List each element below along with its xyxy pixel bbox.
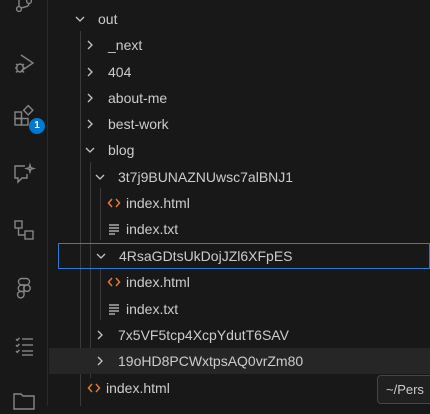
tree-item-label: out <box>98 11 118 27</box>
chevron-down-icon[interactable] <box>82 137 98 163</box>
tree-item-label: index.txt <box>126 301 179 317</box>
tree-item-label: about-me <box>108 90 168 106</box>
chevron-right-icon[interactable] <box>82 32 98 58</box>
tree-folder-row[interactable]: _next <box>49 32 430 58</box>
tree-item-label: 3t7j9BUNAZNUwsc7alBNJ1 <box>118 169 294 185</box>
source-control-icon[interactable] <box>12 0 36 18</box>
tree-file-row[interactable]: index.txt <box>49 216 430 242</box>
html-file-icon <box>106 269 122 295</box>
copilot-chat-icon[interactable] <box>12 162 36 186</box>
tree-item-label: 19oHD8PCWxtpsAQ0vrZm80 <box>118 353 304 369</box>
tree-item-label: best-work <box>108 116 169 132</box>
chevron-down-icon[interactable] <box>92 164 108 190</box>
chevron-down-icon[interactable] <box>72 6 88 32</box>
tree-folder-row[interactable]: best-work <box>49 111 430 137</box>
tree-folder-row[interactable]: 7x5VF5tcp4XcpYdutT6SAV <box>49 322 430 348</box>
tree-item-label: index.html <box>106 380 170 396</box>
tree-item-label: index.html <box>126 274 190 290</box>
tree-item-label: index.txt <box>126 221 179 237</box>
extensions-badge: 1 <box>29 118 45 134</box>
tree-folder-row[interactable]: 4RsaGDtsUkDojJZl6XFpES <box>58 243 430 269</box>
tree-folder-row[interactable]: about-me <box>49 85 430 111</box>
chevron-right-icon[interactable] <box>92 348 108 374</box>
run-debug-icon[interactable] <box>12 52 36 76</box>
tree-item-label: index.html <box>126 195 190 211</box>
figma-icon[interactable] <box>12 276 36 300</box>
chevron-right-icon[interactable] <box>92 322 108 348</box>
folder-icon[interactable] <box>12 390 36 414</box>
html-file-icon <box>86 375 102 401</box>
chevron-right-icon[interactable] <box>82 111 98 137</box>
remote-explorer-icon[interactable] <box>12 218 36 242</box>
activity-bar: 1 <box>0 0 48 410</box>
html-file-icon <box>106 190 122 216</box>
tree-folder-row[interactable]: 3t7j9BUNAZNUwsc7alBNJ1 <box>49 164 430 190</box>
chevron-down-icon[interactable] <box>93 244 109 270</box>
tree-item-label: 404 <box>108 64 132 80</box>
tree-item-label: 4RsaGDtsUkDojJZl6XFpES <box>119 248 293 264</box>
tree-folder-row[interactable]: 19oHD8PCWxtpsAQ0vrZm80 <box>49 348 430 374</box>
chevron-right-icon[interactable] <box>82 59 98 85</box>
tree-folder-row[interactable]: 404 <box>49 59 430 85</box>
outline-list-icon[interactable] <box>12 334 36 358</box>
tree-item-label: 7x5VF5tcp4XcpYdutT6SAV <box>118 327 289 343</box>
tree-folder-row[interactable]: blog <box>49 137 430 163</box>
tree-folder-row[interactable]: out <box>49 6 430 32</box>
text-file-icon <box>106 216 122 242</box>
path-tooltip: ~/Pers <box>377 375 430 404</box>
explorer-tree: out _next 404 about-me best-work blog 3t7j9BUN… <box>49 0 430 406</box>
tree-item-label: blog <box>108 142 135 158</box>
tree-file-row[interactable]: index.html <box>49 190 430 216</box>
tree-file-row[interactable]: index.html <box>49 375 430 401</box>
text-file-icon <box>106 296 122 322</box>
tree-item-label: _next <box>108 37 143 53</box>
tree-file-row[interactable]: index.txt <box>49 296 430 322</box>
chevron-right-icon[interactable] <box>82 85 98 111</box>
tree-file-row[interactable]: index.html <box>49 269 430 295</box>
